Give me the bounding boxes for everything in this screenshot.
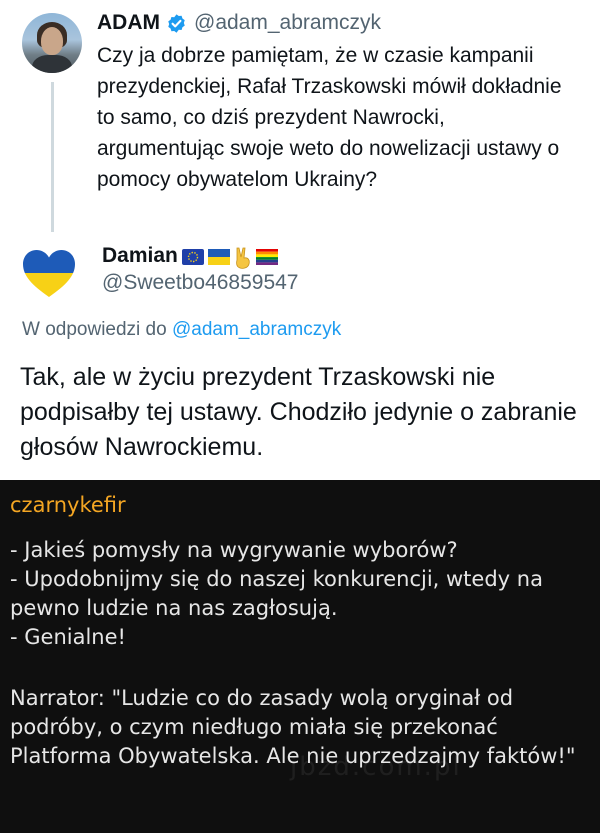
comment-line: - Upodobnijmy się do naszej konkurencji,… [10,567,543,620]
author-name[interactable]: ADAM [97,11,160,35]
author-handle[interactable]: @adam_abramczyk [194,11,381,35]
site-watermark: jbzd.com.pl [290,752,462,782]
ukraine-flag-icon [207,247,230,265]
tweet-text: Czy ja dobrze pamiętam, że w czasie kamp… [97,44,562,191]
replying-to-prefix: W odpowiedzi do [22,319,167,340]
rainbow-flag-icon [255,247,278,265]
comment-line: - Jakieś pomysły na wygrywanie wyborów? [10,538,458,562]
replying-to-line: W odpowiedzi do @adam_abramczyk [22,319,341,341]
victory-hand-icon [234,247,252,269]
reply-author-handle[interactable]: @Sweetbo46859547 [102,271,298,295]
comment-username[interactable]: czarnykefir [10,493,126,517]
reply-tweet: Damian @Sweetbo46859547 W odpowiedzi do … [0,235,600,480]
comment-dialogue: - Jakieś pomysły na wygrywanie wyborów? … [10,536,595,652]
eu-flag-icon [181,247,204,265]
ukraine-heart-avatar-icon[interactable] [22,249,76,299]
author-avatar[interactable] [22,13,82,73]
thread-connector-line [51,82,54,232]
replying-to-handle-link[interactable]: @adam_abramczyk [172,319,341,340]
reply-author-name[interactable]: Damian [102,244,178,268]
reply-text: Tak, ale w życiu prezydent Trzaskowski n… [20,363,577,461]
comment-line: - Genialne! [10,625,126,649]
verified-badge-icon [166,13,187,34]
tweet-header: ADAM @adam_abramczyk [97,8,381,38]
original-tweet: ADAM @adam_abramczyk Czy ja dobrze pamię… [0,0,600,235]
reply-header: Damian [102,242,278,270]
comment-block: czarnykefir - Jakieś pomysły na wygrywan… [0,480,600,833]
